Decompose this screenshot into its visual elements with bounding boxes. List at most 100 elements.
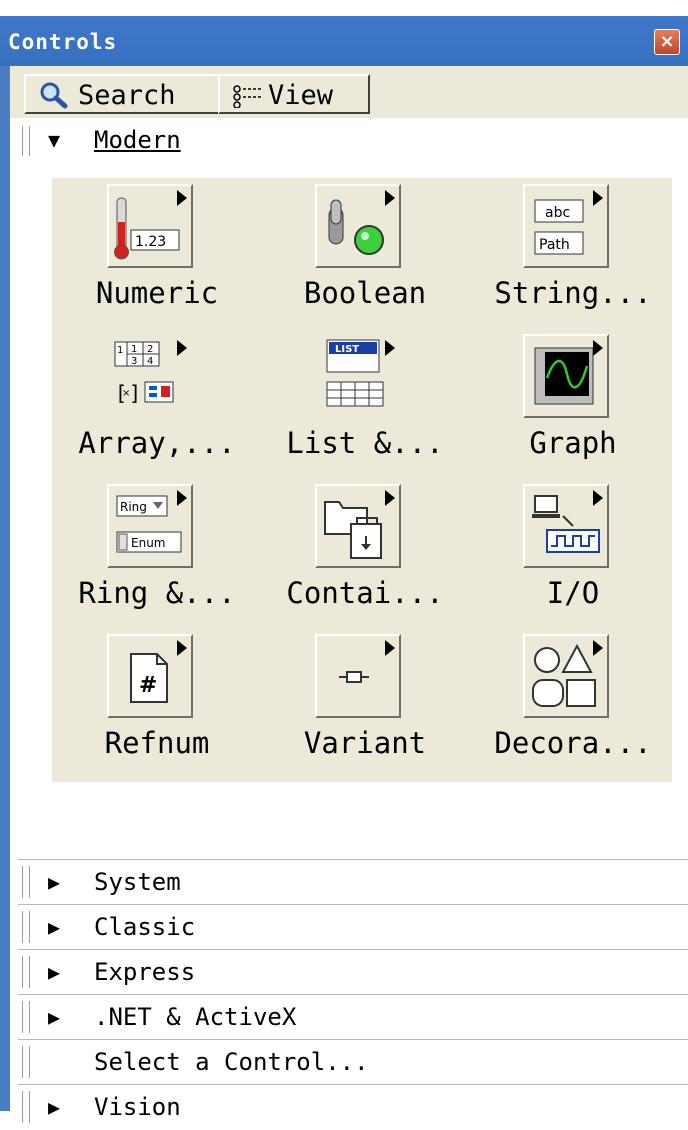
ring-text: Ring [120, 500, 147, 514]
tile-label: Variant [303, 726, 427, 760]
palette-item-decorations[interactable]: Decora... [468, 628, 678, 778]
tile-label: String... [494, 276, 652, 310]
row-grip [22, 866, 30, 898]
collapsed-arrow-icon: ▶ [48, 960, 61, 984]
close-button[interactable]: × [654, 29, 680, 55]
category-label: System [94, 868, 181, 896]
boolean-icon [315, 184, 401, 268]
submenu-arrow-icon [385, 190, 395, 206]
palette-item-string-path[interactable]: abc Path String... [468, 178, 678, 328]
numeric-value-text: 1.23 [135, 234, 166, 250]
palette-item-ring-enum[interactable]: Ring Enum Ring &... [52, 478, 262, 628]
toolbar: Search View [10, 66, 688, 118]
view-button[interactable]: View [218, 74, 370, 114]
submenu-arrow-icon [593, 340, 603, 356]
modern-palette: 1.23 Numeric Boolean abc Path String... … [52, 178, 672, 782]
title-bar[interactable]: Controls × [0, 16, 688, 66]
category-label: Express [94, 958, 196, 986]
string-path-icon: abc Path [523, 184, 609, 268]
collapsed-arrow-icon: ▶ [48, 1095, 61, 1119]
submenu-arrow-icon [593, 190, 603, 206]
svg-text:3: 3 [131, 356, 137, 367]
collapsed-arrow-icon: ▶ [48, 870, 61, 894]
window-client: Search View ▼ Modern 1.23 Numeric Boolea… [10, 66, 688, 1123]
category-label: Select a Control... [94, 1048, 369, 1076]
tile-label: Graph [529, 426, 617, 460]
variant-icon [315, 634, 401, 718]
tile-label: Refnum [104, 726, 210, 760]
decorations-icon [523, 634, 609, 718]
containers-icon [315, 484, 401, 568]
close-icon: × [659, 31, 675, 52]
category-label: Vision [94, 1093, 181, 1121]
svg-text:#: # [139, 673, 157, 698]
view-label: View [268, 80, 334, 111]
palette-item-io[interactable]: I/O [468, 478, 678, 628]
tile-label: Array,... [78, 426, 236, 460]
expanded-arrow-icon: ▼ [48, 128, 61, 152]
controls-window: Controls × Search View ▼ Modern 1.23 Num… [0, 0, 688, 1123]
category-modern[interactable]: ▼ Modern [18, 118, 688, 163]
palette-item-array-cluster[interactable]: 1 1 2 3 4 [ × ] Array,... [52, 328, 262, 478]
submenu-arrow-icon [385, 340, 395, 356]
row-grip [22, 1046, 30, 1078]
svg-text:4: 4 [147, 356, 153, 367]
row-grip [22, 956, 30, 988]
path-text: Path [539, 237, 570, 253]
tile-label: Numeric [95, 276, 219, 310]
io-icon [523, 484, 609, 568]
tile-label: Ring &... [78, 576, 236, 610]
row-grip [22, 1091, 30, 1123]
svg-text:2: 2 [147, 344, 153, 355]
palette-panel: ▼ Modern 1.23 Numeric Boolean abc Path S… [18, 118, 688, 1123]
category-label: Classic [94, 913, 196, 941]
submenu-arrow-icon [177, 640, 187, 656]
ring-enum-icon: Ring Enum [107, 484, 193, 568]
array-cluster-icon: 1 1 2 3 4 [ × ] [107, 334, 193, 418]
window-title: Controls [8, 30, 118, 54]
tile-label: List &... [286, 426, 444, 460]
palette-item-numeric[interactable]: 1.23 Numeric [52, 178, 262, 328]
graph-icon [523, 334, 609, 418]
top-strip [0, 0, 688, 16]
submenu-arrow-icon [177, 490, 187, 506]
enum-text: Enum [131, 536, 165, 550]
collapsed-arrow-icon: ▶ [48, 1005, 61, 1029]
submenu-arrow-icon [177, 340, 187, 356]
refnum-icon: # [107, 634, 193, 718]
collapsed-arrow-icon: ▶ [48, 915, 61, 939]
category-label: Modern [94, 126, 181, 154]
view-options-icon [233, 85, 262, 108]
search-button[interactable]: Search [24, 74, 220, 114]
tile-label: Decora... [494, 726, 652, 760]
row-grip [22, 1001, 30, 1033]
category-dotnet-activex[interactable]: ▶ .NET & ActiveX [18, 995, 688, 1040]
abc-text: abc [545, 205, 570, 221]
select-a-control[interactable]: Select a Control... [18, 1040, 688, 1085]
submenu-arrow-icon [593, 490, 603, 506]
svg-text:]: ] [129, 381, 141, 405]
row-grip [22, 126, 30, 156]
svg-text:1: 1 [131, 344, 137, 355]
submenu-arrow-icon [177, 190, 187, 206]
submenu-arrow-icon [385, 490, 395, 506]
search-label: Search [78, 80, 176, 111]
palette-item-graph[interactable]: Graph [468, 328, 678, 478]
category-classic[interactable]: ▶ Classic [18, 905, 688, 950]
palette-item-list-table[interactable]: LIST List &... [260, 328, 470, 478]
category-vision[interactable]: ▶ Vision [18, 1085, 688, 1130]
search-icon [40, 82, 68, 109]
list-text: LIST [335, 344, 359, 355]
palette-item-refnum[interactable]: # Refnum [52, 628, 262, 778]
palette-item-variant[interactable]: Variant [260, 628, 470, 778]
palette-item-containers[interactable]: Contai... [260, 478, 470, 628]
list-table-icon: LIST [315, 334, 401, 418]
category-express[interactable]: ▶ Express [18, 950, 688, 995]
numeric-icon: 1.23 [107, 184, 193, 268]
submenu-arrow-icon [385, 640, 395, 656]
tile-label: Contai... [286, 576, 444, 610]
row-grip [22, 911, 30, 943]
category-system[interactable]: ▶ System [18, 860, 688, 905]
tile-label: I/O [546, 576, 600, 610]
palette-item-boolean[interactable]: Boolean [260, 178, 470, 328]
